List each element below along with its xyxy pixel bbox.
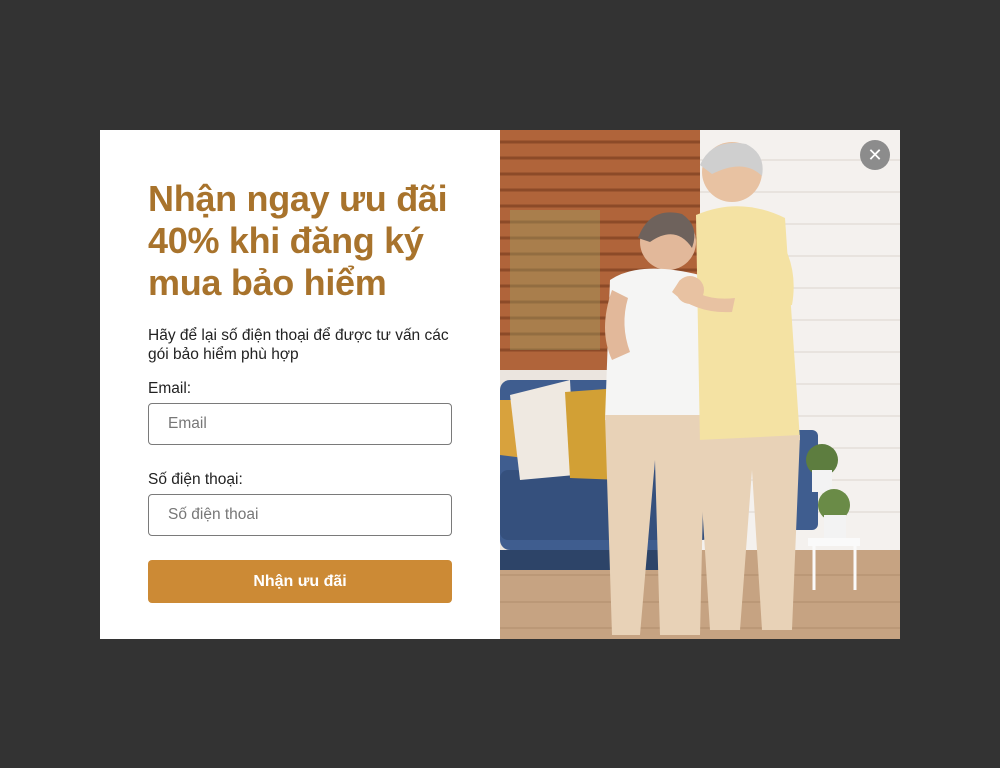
promo-popup: Nhận ngay ưu đãi 40% khi đăng ký mua bảo… [100, 130, 900, 639]
close-button[interactable]: ✕ [860, 140, 890, 170]
close-icon: ✕ [867, 144, 883, 166]
form-panel: Nhận ngay ưu đãi 40% khi đăng ký mua bảo… [100, 130, 500, 639]
popup-headline: Nhận ngay ưu đãi 40% khi đăng ký mua bảo… [148, 178, 448, 303]
phone-field[interactable] [148, 494, 452, 536]
photo-panel: ✕ [500, 130, 900, 639]
email-field[interactable] [148, 403, 452, 445]
popup-subtext: Hãy để lại số điện thoại để được tư vấn … [148, 327, 449, 363]
couple-photo [500, 130, 900, 639]
submit-button[interactable]: Nhận ưu đãi [148, 560, 452, 603]
phone-label: Số điện thoại: [148, 471, 243, 488]
email-label: Email: [148, 380, 192, 397]
